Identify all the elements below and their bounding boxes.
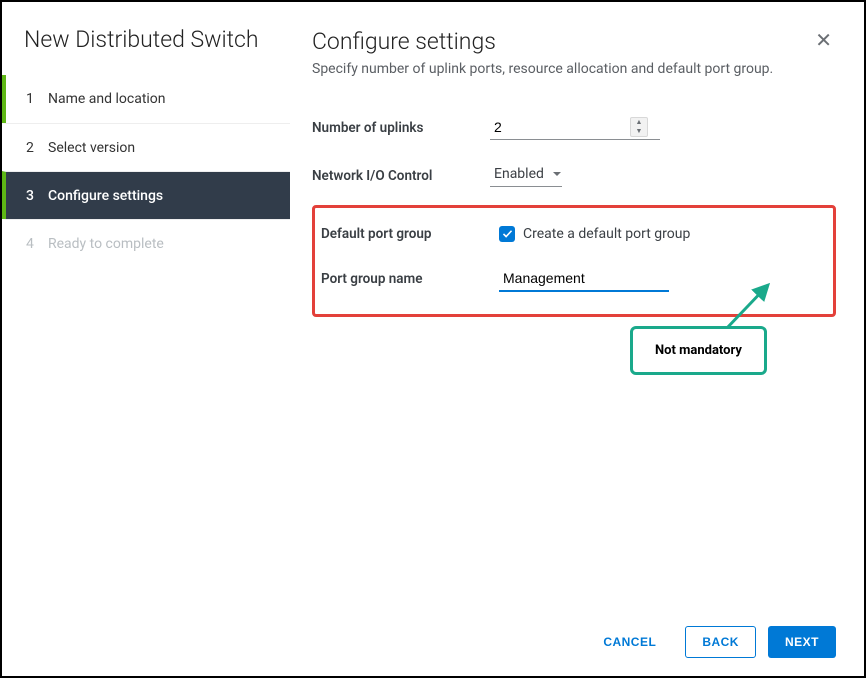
nioc-select[interactable]: Enabled [490, 164, 562, 187]
step-name-and-location[interactable]: 1 Name and location [2, 75, 290, 123]
step-number: 4 [24, 236, 48, 252]
wizard-sidebar: New Distributed Switch 1 Name and locati… [2, 2, 290, 676]
wizard-dialog: New Distributed Switch 1 Name and locati… [2, 2, 864, 676]
step-label: Ready to complete [48, 236, 164, 252]
wizard-main: Configure settings Specify number of upl… [290, 2, 864, 676]
uplinks-input[interactable] [490, 115, 630, 139]
annotation-callout: Not mandatory [630, 326, 767, 375]
step-configure-settings[interactable]: 3 Configure settings [2, 171, 290, 219]
step-ready-to-complete: 4 Ready to complete [2, 219, 290, 267]
wizard-title: New Distributed Switch [2, 26, 290, 75]
callout-text: Not mandatory [655, 343, 742, 358]
page-subtitle: Specify number of uplink ports, resource… [312, 61, 773, 77]
close-icon[interactable]: ✕ [811, 28, 836, 52]
step-number: 2 [24, 140, 48, 156]
step-select-version[interactable]: 2 Select version [2, 123, 290, 171]
step-label: Configure settings [48, 188, 163, 204]
nioc-value: Enabled [494, 166, 544, 182]
cancel-button[interactable]: CANCEL [586, 626, 673, 658]
row-default-port-group: Default port group Create a default port… [321, 214, 827, 254]
stepper-buttons: ▲ ▼ [630, 117, 648, 137]
row-uplinks: Number of uplinks ▲ ▼ [312, 103, 836, 152]
step-label: Name and location [48, 91, 166, 107]
check-icon [502, 229, 513, 240]
stepper-up-icon[interactable]: ▲ [631, 118, 647, 127]
step-number: 3 [24, 188, 48, 204]
pg-name-input[interactable] [499, 266, 669, 292]
row-nioc: Network I/O Control Enabled [312, 152, 836, 199]
nioc-label: Network I/O Control [312, 168, 490, 184]
default-pg-label: Default port group [321, 226, 499, 242]
stepper-down-icon[interactable]: ▼ [631, 127, 647, 136]
chevron-down-icon [552, 169, 562, 179]
next-button[interactable]: NEXT [768, 626, 836, 658]
step-number: 1 [24, 91, 48, 107]
default-pg-checkbox[interactable] [499, 226, 515, 242]
uplinks-stepper[interactable]: ▲ ▼ [490, 115, 660, 140]
back-button[interactable]: BACK [685, 626, 756, 658]
pg-name-label: Port group name [321, 271, 499, 287]
page-title: Configure settings [312, 28, 773, 55]
step-label: Select version [48, 140, 135, 156]
default-pg-checkbox-label: Create a default port group [523, 226, 690, 242]
wizard-footer: CANCEL BACK NEXT [312, 612, 836, 658]
annotation-highlight-box: Default port group Create a default port… [312, 205, 836, 317]
row-port-group-name: Port group name [321, 254, 827, 304]
uplinks-label: Number of uplinks [312, 120, 490, 136]
